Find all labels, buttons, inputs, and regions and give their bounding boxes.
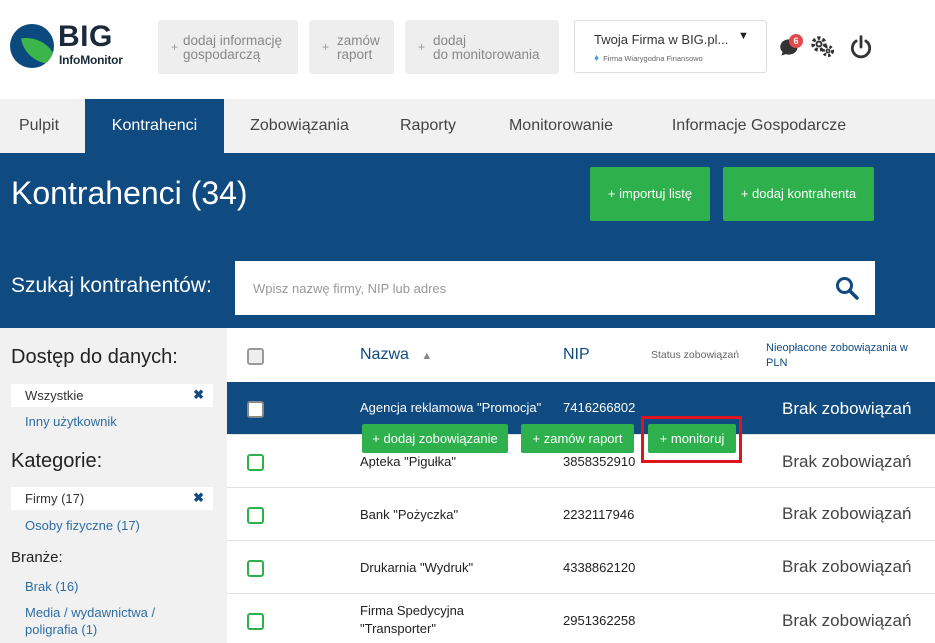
add-to-monitoring-button[interactable]: + dodaj do monitorowania bbox=[405, 20, 559, 74]
tab-raporty[interactable]: Raporty bbox=[378, 99, 478, 153]
column-unpaid-header: Nieopłacone zobowiązania w PLN bbox=[766, 342, 908, 369]
diamond-icon: ♦ bbox=[594, 53, 600, 64]
category-filter-persons[interactable]: Osoby fizyczne (17) bbox=[25, 517, 140, 534]
row-checkbox[interactable] bbox=[247, 454, 264, 471]
logo-mark bbox=[10, 24, 54, 68]
add-obligation-button[interactable]: + dodaj zobowiązanie bbox=[362, 424, 508, 453]
industries-heading: Branże: bbox=[11, 549, 63, 566]
search-box bbox=[235, 261, 875, 315]
order-report-row-button[interactable]: + zamów raport bbox=[521, 424, 634, 453]
category-filter-selected[interactable]: Firmy (17) ✖ bbox=[11, 487, 213, 510]
add-contractor-button[interactable]: + dodaj kontrahenta bbox=[723, 167, 874, 221]
row-checkbox[interactable] bbox=[247, 507, 264, 524]
order-report-button[interactable]: + zamów raport bbox=[309, 20, 394, 74]
contractor-nip: 2232117946 bbox=[563, 507, 635, 522]
add-business-info-button[interactable]: + dodaj informację gospodarczą bbox=[158, 20, 298, 74]
access-filter-selected[interactable]: Wszystkie ✖ bbox=[11, 384, 213, 407]
row-checkbox[interactable] bbox=[247, 401, 264, 418]
data-access-heading: Dostęp do danych: bbox=[11, 346, 178, 368]
contractor-nip: 7416266802 bbox=[563, 400, 636, 415]
industry-filter-none[interactable]: Brak (16) bbox=[25, 578, 78, 595]
search-input[interactable] bbox=[235, 261, 825, 315]
contractor-name: Drukarnia "Wydruk" bbox=[360, 560, 474, 575]
logo-text: BIG bbox=[58, 20, 113, 53]
search-label: Szukaj kontrahentów: bbox=[11, 274, 212, 297]
obligation-status: Brak zobowiązań bbox=[782, 611, 912, 630]
logo-subtitle: InfoMonitor bbox=[59, 53, 123, 67]
tab-pulpit[interactable]: Pulpit bbox=[0, 99, 78, 153]
remove-filter-icon[interactable]: ✖ bbox=[193, 387, 204, 403]
column-name-header[interactable]: Nazwa ▲ bbox=[360, 346, 432, 364]
contractor-nip: 4338862120 bbox=[563, 560, 636, 575]
caret-down-icon: ▼ bbox=[738, 30, 749, 42]
gear-icon[interactable] bbox=[809, 34, 835, 60]
notification-badge: 6 bbox=[789, 34, 803, 48]
column-status-header: Status zobowiązań bbox=[651, 349, 740, 361]
contractor-nip: 3858352910 bbox=[563, 454, 636, 469]
contractor-name: Agencja reklamowa "Promocja" bbox=[360, 400, 542, 415]
table-header: Nazwa ▲ NIP Status zobowiązań Nieopłacon… bbox=[227, 328, 935, 382]
sort-ascending-icon: ▲ bbox=[421, 350, 433, 362]
row-checkbox[interactable] bbox=[247, 560, 264, 577]
obligation-status: Brak zobowiązań bbox=[782, 399, 912, 418]
tab-kontrahenci[interactable]: Kontrahenci bbox=[85, 99, 224, 153]
contractor-name: Firma Spedycyjna "Transporter" bbox=[360, 603, 465, 636]
select-all-checkbox[interactable] bbox=[247, 348, 264, 365]
filters-sidebar: Dostęp do danych: Wszystkie ✖ Inny użytk… bbox=[0, 328, 227, 643]
contractor-name: Bank "Pożyczka" bbox=[360, 507, 459, 522]
tab-zobowiazania[interactable]: Zobowiązania bbox=[230, 99, 369, 153]
categories-heading: Kategorie: bbox=[11, 450, 103, 472]
table-row[interactable]: Drukarnia "Wydruk" 4338862120 Brak zobow… bbox=[227, 541, 935, 594]
import-list-button[interactable]: + importuj listę bbox=[590, 167, 710, 221]
main-navigation: Pulpit Kontrahenci Zobowiązania Raporty … bbox=[0, 99, 935, 153]
firm-selector[interactable]: Twoja Firma w BIG.pl... ▼ ♦ Firma Wiarygo… bbox=[574, 20, 767, 73]
contractor-nip: 2951362258 bbox=[563, 613, 636, 628]
obligation-status: Brak zobowiązań bbox=[782, 557, 912, 576]
access-filter-other-user[interactable]: Inny użytkownik bbox=[25, 413, 117, 430]
firm-name: Twoja Firma w BIG.pl... bbox=[594, 32, 729, 47]
row-checkbox[interactable] bbox=[247, 613, 264, 630]
page-title: Kontrahenci (34) bbox=[11, 175, 248, 211]
power-logout-icon[interactable] bbox=[848, 34, 874, 60]
remove-filter-icon[interactable]: ✖ bbox=[193, 490, 204, 506]
tab-informacje-gospodarcze[interactable]: Informacje Gospodarcze bbox=[650, 99, 868, 153]
monitor-button-highlight bbox=[641, 416, 742, 463]
firm-certificate: ♦ Firma Wiarygodna Finansowo bbox=[594, 53, 703, 64]
table-row[interactable]: Firma Spedycyjna "Transporter" 295136225… bbox=[227, 594, 935, 643]
column-nip-header[interactable]: NIP bbox=[563, 346, 590, 364]
table-row[interactable]: Bank "Pożyczka" 2232117946 Brak zobowiąz… bbox=[227, 488, 935, 541]
top-header: BIG InfoMonitor + dodaj informację gospod… bbox=[0, 0, 935, 99]
obligation-status: Brak zobowiązań bbox=[782, 452, 912, 471]
tab-monitorowanie[interactable]: Monitorowanie bbox=[490, 99, 632, 153]
big-infomonitor-logo[interactable]: BIG InfoMonitor bbox=[10, 20, 125, 72]
industry-filter-media[interactable]: Media / wydawnictwa / poligrafia (1) bbox=[25, 604, 195, 638]
obligation-status: Brak zobowiązań bbox=[782, 504, 912, 523]
contractors-banner: Kontrahenci (34) + importuj listę + doda… bbox=[0, 153, 935, 328]
search-icon[interactable] bbox=[835, 276, 859, 300]
contractor-name: Apteka "Pigułka" bbox=[360, 454, 456, 469]
